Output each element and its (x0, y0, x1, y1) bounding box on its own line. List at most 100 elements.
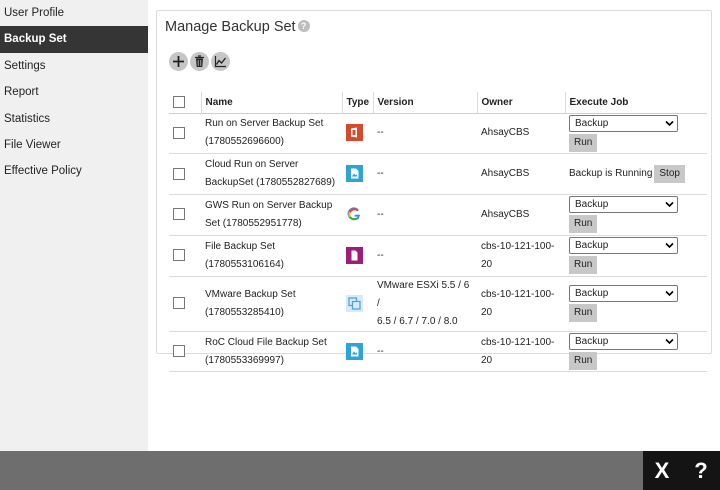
run-button[interactable]: Run (569, 304, 598, 323)
owner-text: cbs-10-121-100- (481, 288, 555, 300)
row-checkbox[interactable] (173, 208, 185, 221)
backup-set-id: (1780553285410) (205, 306, 284, 318)
table-row[interactable]: Cloud Run on Server BackupSet (1780552827… (169, 153, 707, 196)
trash-icon[interactable] (190, 52, 209, 71)
version-cell: -- (373, 235, 477, 277)
column-header-type[interactable]: Type (341, 92, 373, 114)
cloud-file-icon (346, 342, 363, 360)
name-cell[interactable]: Run on Server Backup Set (1780552696600) (201, 113, 342, 155)
row-select-cell (169, 153, 201, 196)
column-header-name[interactable]: Name (200, 92, 342, 114)
owner-cell: cbs-10-121-100- 20 (477, 276, 565, 332)
owner-text: AhsayCBS (481, 208, 530, 220)
run-button[interactable]: Run (569, 133, 598, 152)
add-icon[interactable] (169, 52, 188, 71)
sidebar-item-backup-set[interactable]: Backup Set (0, 26, 148, 53)
office365-icon (346, 124, 363, 142)
column-header-owner[interactable]: Owner (476, 92, 565, 114)
job-type-value: Backup (575, 288, 609, 300)
file-icon (346, 246, 363, 264)
owner-text: AhsayCBS (481, 168, 530, 180)
page-title: Manage Backup Set? (165, 19, 310, 35)
owner-cell: AhsayCBS (477, 194, 565, 236)
table-header-row: Name Type Version Owner Execute Job (169, 92, 707, 114)
table-row[interactable]: RoC Cloud File Backup Set (1780553369997)… (169, 331, 707, 373)
row-checkbox[interactable] (173, 126, 185, 139)
job-type-select[interactable]: Backup (569, 114, 678, 132)
owner-text-cont: 20 (481, 258, 493, 270)
version-text: VMware ESXi 5.5 / 6 / (377, 279, 470, 309)
page-title-text: Manage Backup Set (165, 19, 296, 35)
vmware-icon (346, 294, 363, 312)
table-row[interactable]: GWS Run on Server Backup Set (17805529517… (169, 194, 707, 236)
name-cell[interactable]: RoC Cloud File Backup Set (1780553369997) (201, 331, 342, 373)
row-select-cell (169, 276, 201, 332)
job-type-select[interactable]: Backup (569, 285, 678, 303)
type-cell (342, 194, 373, 236)
backup-set-id: Set (1780552951778) (205, 217, 302, 229)
owner-text: cbs-10-121-100- (481, 240, 555, 252)
sidebar-item-report[interactable]: Report (0, 79, 148, 105)
sidebar-item-effective-policy[interactable]: Effective Policy (0, 158, 148, 184)
type-cell (342, 235, 373, 277)
execute-job-cell: Backup Run (565, 235, 707, 277)
type-cell (342, 331, 373, 373)
main-content: Manage Backup Set? Name Type Version Own… (148, 0, 720, 451)
help-icon[interactable]: ? (297, 20, 310, 32)
name-cell[interactable]: Cloud Run on Server BackupSet (1780552827… (201, 153, 342, 196)
table-row[interactable]: VMware Backup Set (1780553285410) VMware E… (169, 276, 707, 332)
version-text: -- (377, 127, 384, 139)
sidebar: User Profile Backup Set Settings Report Stat… (0, 0, 148, 451)
cloud-file-icon (346, 165, 363, 183)
name-cell[interactable]: VMware Backup Set (1780553285410) (201, 276, 342, 332)
owner-cell: AhsayCBS (477, 113, 565, 155)
sidebar-item-statistics[interactable]: Statistics (0, 106, 148, 132)
column-header-execute-job: Execute Job (564, 92, 707, 114)
backup-set-id: (1780553369997) (205, 354, 284, 366)
table-row[interactable]: File Backup Set (1780553106164) -- cbs-10-1… (169, 235, 707, 277)
job-type-value: Backup (575, 240, 609, 252)
row-select-cell (169, 331, 201, 373)
chart-icon[interactable] (211, 52, 230, 71)
select-all-header (169, 92, 201, 114)
version-cell: -- (373, 331, 477, 373)
manage-backup-set-panel: Manage Backup Set? Name Type Version Own… (156, 10, 712, 373)
row-checkbox[interactable] (173, 297, 185, 310)
backup-set-id: (1780553106164) (205, 258, 284, 270)
version-text: -- (377, 249, 384, 261)
help-icon[interactable]: ? (686, 451, 716, 490)
row-checkbox[interactable] (173, 249, 185, 262)
google-icon (346, 205, 363, 223)
backup-set-name: File Backup Set (205, 240, 276, 252)
stop-button[interactable]: Stop (654, 164, 685, 183)
column-header-version[interactable]: Version (372, 92, 477, 114)
select-all-checkbox[interactable] (173, 96, 185, 109)
sidebar-item-file-viewer[interactable]: File Viewer (0, 132, 148, 158)
close-icon[interactable]: X (647, 451, 677, 490)
job-type-select[interactable]: Backup (569, 333, 678, 351)
job-type-select[interactable]: Backup (569, 196, 678, 214)
table-row[interactable]: Run on Server Backup Set (1780552696600) -… (169, 113, 707, 155)
toolbar (169, 52, 232, 74)
sidebar-item-settings[interactable]: Settings (0, 53, 148, 79)
type-cell (342, 153, 373, 196)
type-cell (342, 113, 373, 155)
job-type-value: Backup (575, 336, 609, 348)
version-cell: -- (373, 113, 477, 155)
run-button[interactable]: Run (569, 215, 598, 234)
execute-job-cell: Backup Run (565, 194, 707, 236)
row-checkbox[interactable] (173, 344, 185, 357)
footer-button-group: X ? (643, 451, 720, 490)
sidebar-item-user-profile[interactable]: User Profile (0, 0, 148, 26)
name-cell[interactable]: GWS Run on Server Backup Set (17805529517… (201, 194, 342, 236)
backup-set-name: GWS Run on Server Backup (205, 199, 333, 211)
owner-cell: cbs-10-121-100- 20 (477, 235, 565, 277)
version-cell: VMware ESXi 5.5 / 6 / 6.5 / 6.7 / 7.0 / 8… (373, 276, 477, 332)
job-type-select[interactable]: Backup (569, 237, 678, 255)
row-checkbox[interactable] (173, 167, 185, 180)
name-cell[interactable]: File Backup Set (1780553106164) (201, 235, 342, 277)
run-button[interactable]: Run (569, 352, 598, 371)
version-text: -- (377, 345, 384, 357)
row-select-cell (169, 194, 201, 236)
run-button[interactable]: Run (569, 256, 598, 275)
